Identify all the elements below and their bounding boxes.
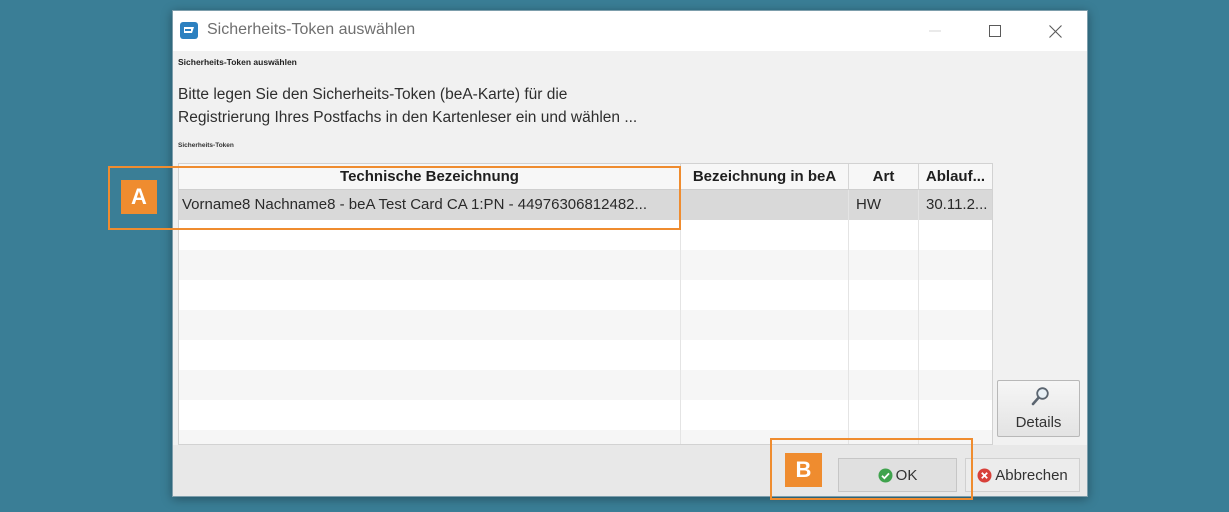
cell-bezeichnung-in-bea — [681, 190, 849, 220]
table-row-empty — [179, 310, 992, 340]
table-row-empty — [179, 250, 992, 280]
cell-empty — [849, 250, 919, 280]
instruction-line-1: Bitte legen Sie den Sicherheits-Token (b… — [178, 86, 568, 103]
cell-empty — [179, 250, 681, 280]
column-header-art[interactable]: Art — [849, 164, 919, 189]
cell-empty — [849, 340, 919, 370]
cell-empty — [849, 220, 919, 250]
cell-empty — [681, 310, 849, 340]
token-app-icon — [180, 22, 198, 39]
cell-ablauf: 30.11.2... — [926, 196, 988, 213]
dialog-heading: Sicherheits-Token auswählen — [178, 57, 297, 67]
cell-empty — [919, 310, 992, 340]
token-select-dialog: Sicherheits-Token auswählen Sicherheits-… — [172, 10, 1088, 497]
annotation-label-a: A — [121, 180, 157, 214]
cell-empty — [179, 370, 681, 400]
annotation-label-b: B — [785, 453, 822, 487]
cell-empty — [849, 370, 919, 400]
table-row-empty — [179, 340, 992, 370]
details-button-label: Details — [1015, 414, 1062, 431]
cancel-button-label: Abbrechen — [995, 466, 1068, 484]
minimize-icon[interactable] — [912, 19, 958, 43]
cell-empty — [849, 310, 919, 340]
cell-empty — [919, 250, 992, 280]
cell-empty — [179, 340, 681, 370]
cell-empty — [681, 400, 849, 430]
details-button[interactable]: Details — [997, 380, 1080, 437]
cancel-button[interactable]: Abbrechen — [965, 458, 1080, 492]
cell-empty — [179, 430, 681, 444]
cell-empty — [179, 280, 681, 310]
cell-empty — [681, 220, 849, 250]
cell-empty — [179, 400, 681, 430]
close-icon[interactable] — [1032, 19, 1078, 43]
instruction-line-2: Registrierung Ihres Postfachs in den Kar… — [178, 109, 638, 126]
cell-empty — [919, 400, 992, 430]
cell-empty — [849, 280, 919, 310]
annotation-box-a — [108, 166, 681, 230]
column-header-bezeichnung-in-bea[interactable]: Bezeichnung in beA — [681, 164, 849, 189]
magnifier-icon — [1030, 386, 1050, 406]
cell-empty — [681, 370, 849, 400]
table-row-empty — [179, 370, 992, 400]
cell-empty — [849, 400, 919, 430]
cell-empty — [919, 340, 992, 370]
cell-empty — [919, 280, 992, 310]
maximize-icon[interactable] — [972, 19, 1018, 43]
column-header-ablauf[interactable]: Ablauf... — [919, 164, 992, 189]
cell-empty — [681, 280, 849, 310]
cell-empty — [919, 370, 992, 400]
table-row-empty — [179, 280, 992, 310]
title-bar[interactable]: Sicherheits-Token auswählen — [173, 11, 1087, 51]
table-row-empty — [179, 400, 992, 430]
cell-empty — [919, 220, 992, 250]
cross-circle-icon — [977, 468, 992, 483]
cell-empty — [179, 310, 681, 340]
cell-art: HW — [849, 190, 919, 220]
cell-empty — [681, 340, 849, 370]
token-list-label: Sicherheits-Token — [178, 142, 234, 149]
window-title: Sicherheits-Token auswählen — [207, 21, 416, 38]
cell-empty — [681, 250, 849, 280]
